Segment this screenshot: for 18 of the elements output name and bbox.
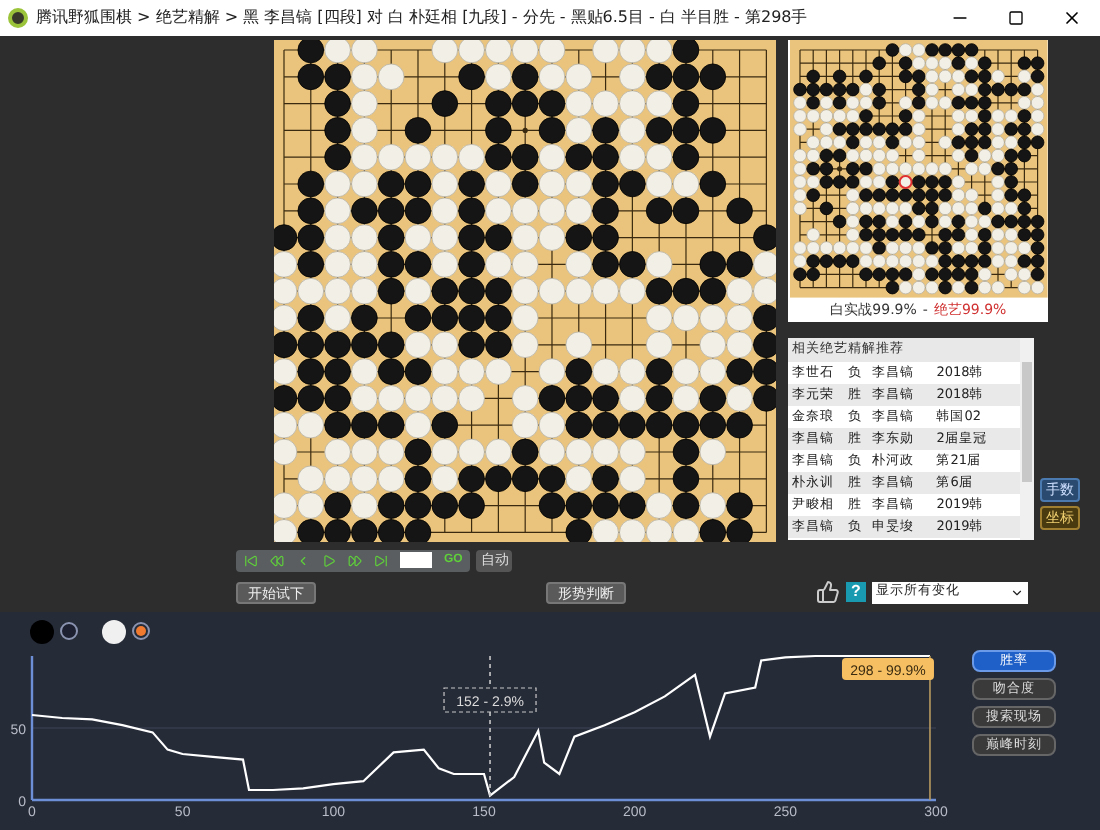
caret-icon [1010, 585, 1024, 599]
window-title: 腾讯野狐围棋 > 绝艺精解 > 黑 李昌镐 [四段] 对 白 朴廷相 [九段] - 分先 - 黑贴6.5目 - 白 半目胜 - 第298手 [36, 6, 810, 30]
app-logo-icon [8, 8, 28, 28]
previous-icon[interactable] [296, 553, 310, 567]
y-axis [30, 656, 34, 800]
dot-ring-icon[interactable] [132, 622, 150, 640]
thumbs-up-icon[interactable] [816, 580, 840, 604]
move-number-field[interactable] [400, 552, 432, 568]
first-move-icon[interactable] [244, 553, 258, 567]
scrollbar[interactable] [1020, 338, 1035, 541]
ring-icon[interactable] [60, 622, 78, 640]
close-icon [1062, 8, 1082, 28]
play-icon[interactable] [322, 553, 336, 567]
stone-icon[interactable] [102, 619, 126, 643]
maximize-icon [1008, 10, 1024, 26]
fast-forward-icon[interactable] [348, 553, 362, 567]
last-move-icon[interactable] [374, 553, 388, 567]
rewind-icon[interactable] [270, 553, 284, 567]
